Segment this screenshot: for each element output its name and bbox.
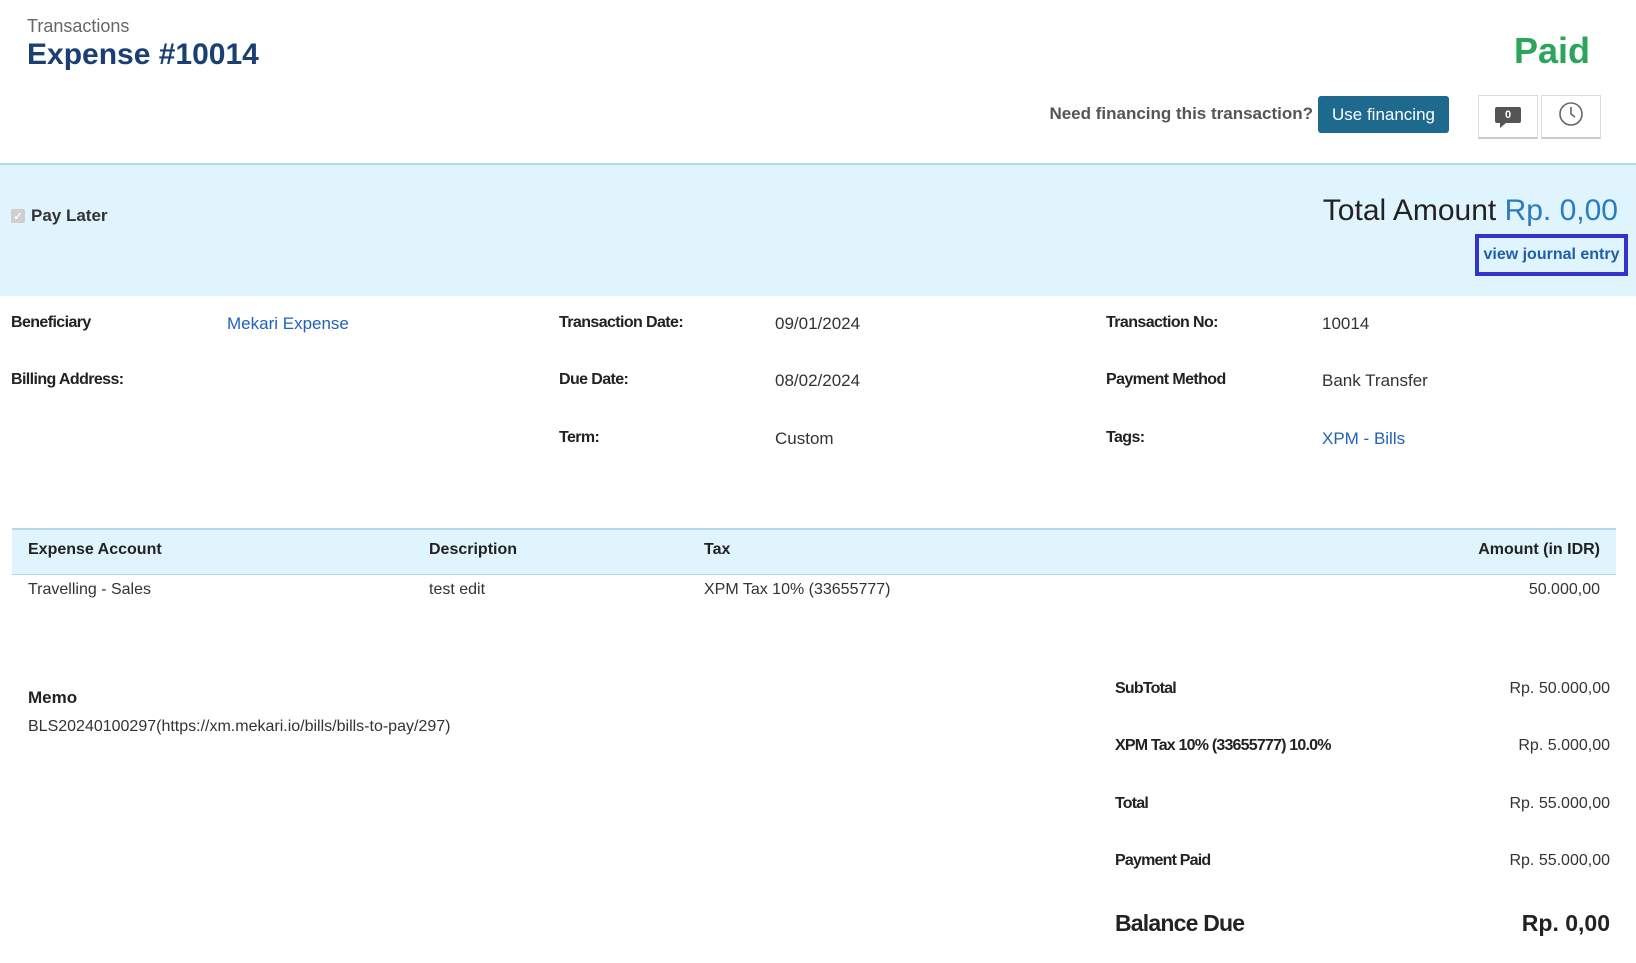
payment-paid-value: Rp. 55.000,00 (1509, 852, 1610, 869)
total-amount-value: Rp. 0,00 (1504, 194, 1618, 227)
breadcrumb[interactable]: Transactions (27, 16, 129, 37)
memo-label: Memo (28, 688, 78, 707)
beneficiary-label: Beneficiary (11, 314, 91, 331)
subtotal-value: Rp. 50.000,00 (1509, 680, 1610, 697)
row-expense-account-link[interactable]: Travelling - Sales (28, 581, 151, 599)
status-badge: Paid (1513, 30, 1590, 71)
transaction-no-label: Transaction No: (1106, 314, 1219, 331)
payment-method-label: Payment Method (1106, 371, 1226, 388)
row-amount: 50.000,00 (1528, 581, 1600, 598)
memo-text: BLS20240100297(https://xm.mekari.io/bill… (28, 718, 451, 735)
tags-label: Tags: (1106, 429, 1145, 446)
view-journal-entry-link[interactable]: view journal entry (1475, 234, 1628, 276)
term-value: Custom (775, 429, 834, 448)
column-header-description: Description (429, 541, 518, 558)
column-header-tax: Tax (704, 541, 731, 558)
balance-due-value: Rp. 0,00 (1521, 910, 1610, 936)
history-clock-icon (1558, 101, 1584, 132)
transaction-date-value: 09/01/2024 (775, 314, 861, 333)
comments-button[interactable]: 0 (1478, 95, 1538, 139)
use-financing-button[interactable]: Use financing (1318, 96, 1449, 133)
total-amount: Total Amount Rp. 0,00 (1323, 194, 1618, 228)
subtotal-label: SubTotal (1115, 680, 1177, 697)
row-description: test edit (429, 581, 486, 598)
payment-paid-label: Payment Paid (1115, 852, 1211, 869)
total-label: Total (1115, 795, 1149, 812)
tag-link[interactable]: XPM - Bills (1322, 429, 1405, 449)
balance-due-label: Balance Due (1115, 910, 1245, 936)
transaction-no-value: 10014 (1322, 314, 1370, 333)
comment-count: 0 (1504, 108, 1512, 121)
beneficiary-link[interactable]: Mekari Expense (227, 314, 349, 334)
tax-value: Rp. 5.000,00 (1518, 737, 1610, 754)
column-header-expense-account: Expense Account (28, 541, 162, 558)
total-amount-label: Total Amount (1322, 194, 1497, 227)
transaction-date-label: Transaction Date: (559, 314, 684, 331)
term-label: Term: (559, 429, 600, 446)
due-date-value: 08/02/2024 (775, 371, 861, 390)
comment-icon: 0 (1495, 106, 1521, 128)
table-header (12, 528, 1616, 575)
billing-address-label: Billing Address: (11, 371, 124, 388)
summary-band (0, 163, 1636, 296)
total-value: Rp. 55.000,00 (1509, 795, 1610, 812)
page-title: Expense #10014 (27, 38, 259, 71)
pay-later-label: Pay Later (31, 206, 108, 225)
pay-later: ✓ Pay Later (11, 206, 108, 226)
tax-label: XPM Tax 10% (33655777) 10.0% (1115, 737, 1331, 754)
due-date-label: Due Date: (559, 371, 629, 388)
history-button[interactable] (1541, 95, 1601, 139)
column-header-amount: Amount (in IDR) (1478, 541, 1600, 558)
payment-method-value: Bank Transfer (1322, 371, 1428, 390)
pay-later-checkbox[interactable]: ✓ (11, 209, 25, 223)
financing-question: Need financing this transaction? (1049, 104, 1313, 123)
row-tax: XPM Tax 10% (33655777) (704, 581, 891, 598)
